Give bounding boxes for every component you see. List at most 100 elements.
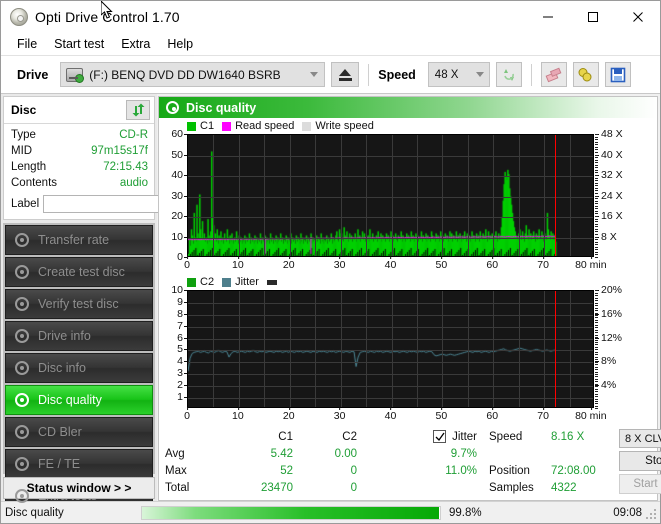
x-axis-tick: 40 [385,410,397,422]
x-axis-tick: 0 [184,410,190,422]
right-axis-minor-tick [595,239,598,240]
right-axis-minor-tick [595,337,598,338]
sidebar-item-label: FE / TE [38,457,80,471]
stop-button[interactable]: Stop [619,451,661,471]
stats-row-c1: 5.42 [221,448,293,460]
save-button[interactable] [605,62,631,87]
sidebar-item-label: Transfer rate [38,233,109,247]
main-panel: Disc quality C1 Read speed Write speed 6… [158,96,658,501]
minimize-icon[interactable] [525,1,570,32]
toolbar-divider [368,64,369,86]
right-axis-minor-tick [595,213,598,214]
disc-bler-icon [14,424,30,440]
right-axis-minor-tick [595,162,598,163]
stats-row-jitter: 11.0% [399,465,477,477]
stats-right-values: 8.16 X 72:08.00 4322 [551,428,619,496]
right-axis-tick: 16 X [601,210,623,222]
right-axis-minor-tick [595,172,598,173]
x-axis-tick: 50 [436,259,448,271]
page-title: Disc quality [186,101,256,115]
disc-info-panel: Disc Type CD-R MID 97m1 [3,96,155,220]
mouse-cursor [101,1,115,21]
sidebar-item-fe-te[interactable]: FE / TE [5,449,153,479]
sidebar-item-drive-info[interactable]: Drive info [5,321,153,351]
c2-right-axis: 20%16%12%8%4% [594,290,638,408]
right-axis-minor-tick [595,308,598,309]
resize-grip[interactable] [646,509,657,520]
grid-line [188,156,593,157]
x-axis-tick: 70 [537,410,549,422]
jitter-checkbox[interactable] [433,430,446,443]
sidebar-item-label: Disc info [38,361,86,375]
menu-start-test[interactable]: Start test [46,34,112,54]
chevron-down-icon [310,72,318,77]
eject-button[interactable] [331,62,359,87]
close-icon[interactable] [615,1,660,32]
erase-button[interactable] [541,62,567,87]
speed-select[interactable]: 48 X [428,62,490,87]
grid-line [213,291,214,407]
write-strategy-select[interactable]: 8 X CLV [619,429,661,448]
x-axis-tick: 80 min [575,259,607,271]
c1-x-axis: 01020304050607080 min [187,257,594,273]
right-axis-minor-tick [595,376,598,377]
disc-extra-icon [14,488,30,504]
right-axis-minor-tick [595,313,598,314]
right-axis-minor-tick [595,369,598,370]
right-axis-minor-tick [595,344,598,345]
right-axis-minor-tick [595,219,598,220]
sidebar-item-label: Verify test disc [38,297,119,311]
c2-plot[interactable] [187,290,594,408]
right-axis-minor-tick [595,310,598,311]
stats-row-label: Total [165,482,221,494]
y-axis-tick: 2 [177,379,183,391]
spacer-row [489,445,551,462]
settings-button[interactable] [573,62,599,87]
drive-select[interactable]: (F:) BENQ DVD DD DW1640 BSRB [60,62,325,87]
menu-help[interactable]: Help [159,34,201,54]
y-axis-tick: 4 [177,355,183,367]
stats-right-labels: Speed Position Samples [489,428,551,496]
right-axis-minor-tick [595,178,598,179]
grid-line [188,374,593,375]
chevron-down-icon [476,72,484,77]
grid-line [544,135,545,256]
right-axis-minor-tick [595,237,598,238]
right-axis-minor-tick [595,134,598,135]
c1-plot[interactable] [187,134,594,257]
sidebar-item-create-test-disc[interactable]: Create test disc [5,257,153,287]
disc-panel-title: Disc [11,103,36,117]
refresh-button[interactable] [496,62,522,87]
grid-line [392,291,393,407]
right-axis-minor-tick [595,379,598,380]
disc-quality-icon [14,392,30,408]
y-axis-tick: 20 [171,210,183,222]
sidebar-item-transfer-rate[interactable]: Transfer rate [5,225,153,255]
grid-line [570,291,571,407]
c2-y-axis: 10987654321 [159,290,187,408]
right-axis-minor-tick [595,401,598,402]
grid-line [188,303,593,304]
x-axis-tick: 20 [283,259,295,271]
maximize-icon[interactable] [570,1,615,32]
legend-swatch-write-speed [302,122,311,131]
sidebar-item-cd-bler[interactable]: CD Bler [5,417,153,447]
menu-extra[interactable]: Extra [113,34,158,54]
stats-row-c2: 0 [293,465,357,477]
sidebar-item-disc-info[interactable]: Disc info [5,353,153,383]
disc-row-key: Type [11,128,36,143]
toolbar: Drive (F:) BENQ DVD DD DW1640 BSRB Speed… [1,55,660,94]
right-axis-minor-tick [595,362,598,363]
sidebar-item-disc-quality[interactable]: Disc quality [5,385,153,415]
menu-file[interactable]: File [9,34,45,54]
sidebar-item-verify-test-disc[interactable]: Verify test disc [5,289,153,319]
right-axis-minor-tick [595,221,598,222]
disc-refresh-button[interactable] [126,100,150,120]
right-axis-minor-tick [595,317,598,318]
right-axis-minor-tick [595,231,598,232]
y-axis-tick: 10 [171,284,183,296]
right-axis-minor-tick [595,408,598,409]
grid-line [239,291,240,407]
disc-drive-icon [14,328,30,344]
stats-header-c1: C1 [221,431,293,443]
